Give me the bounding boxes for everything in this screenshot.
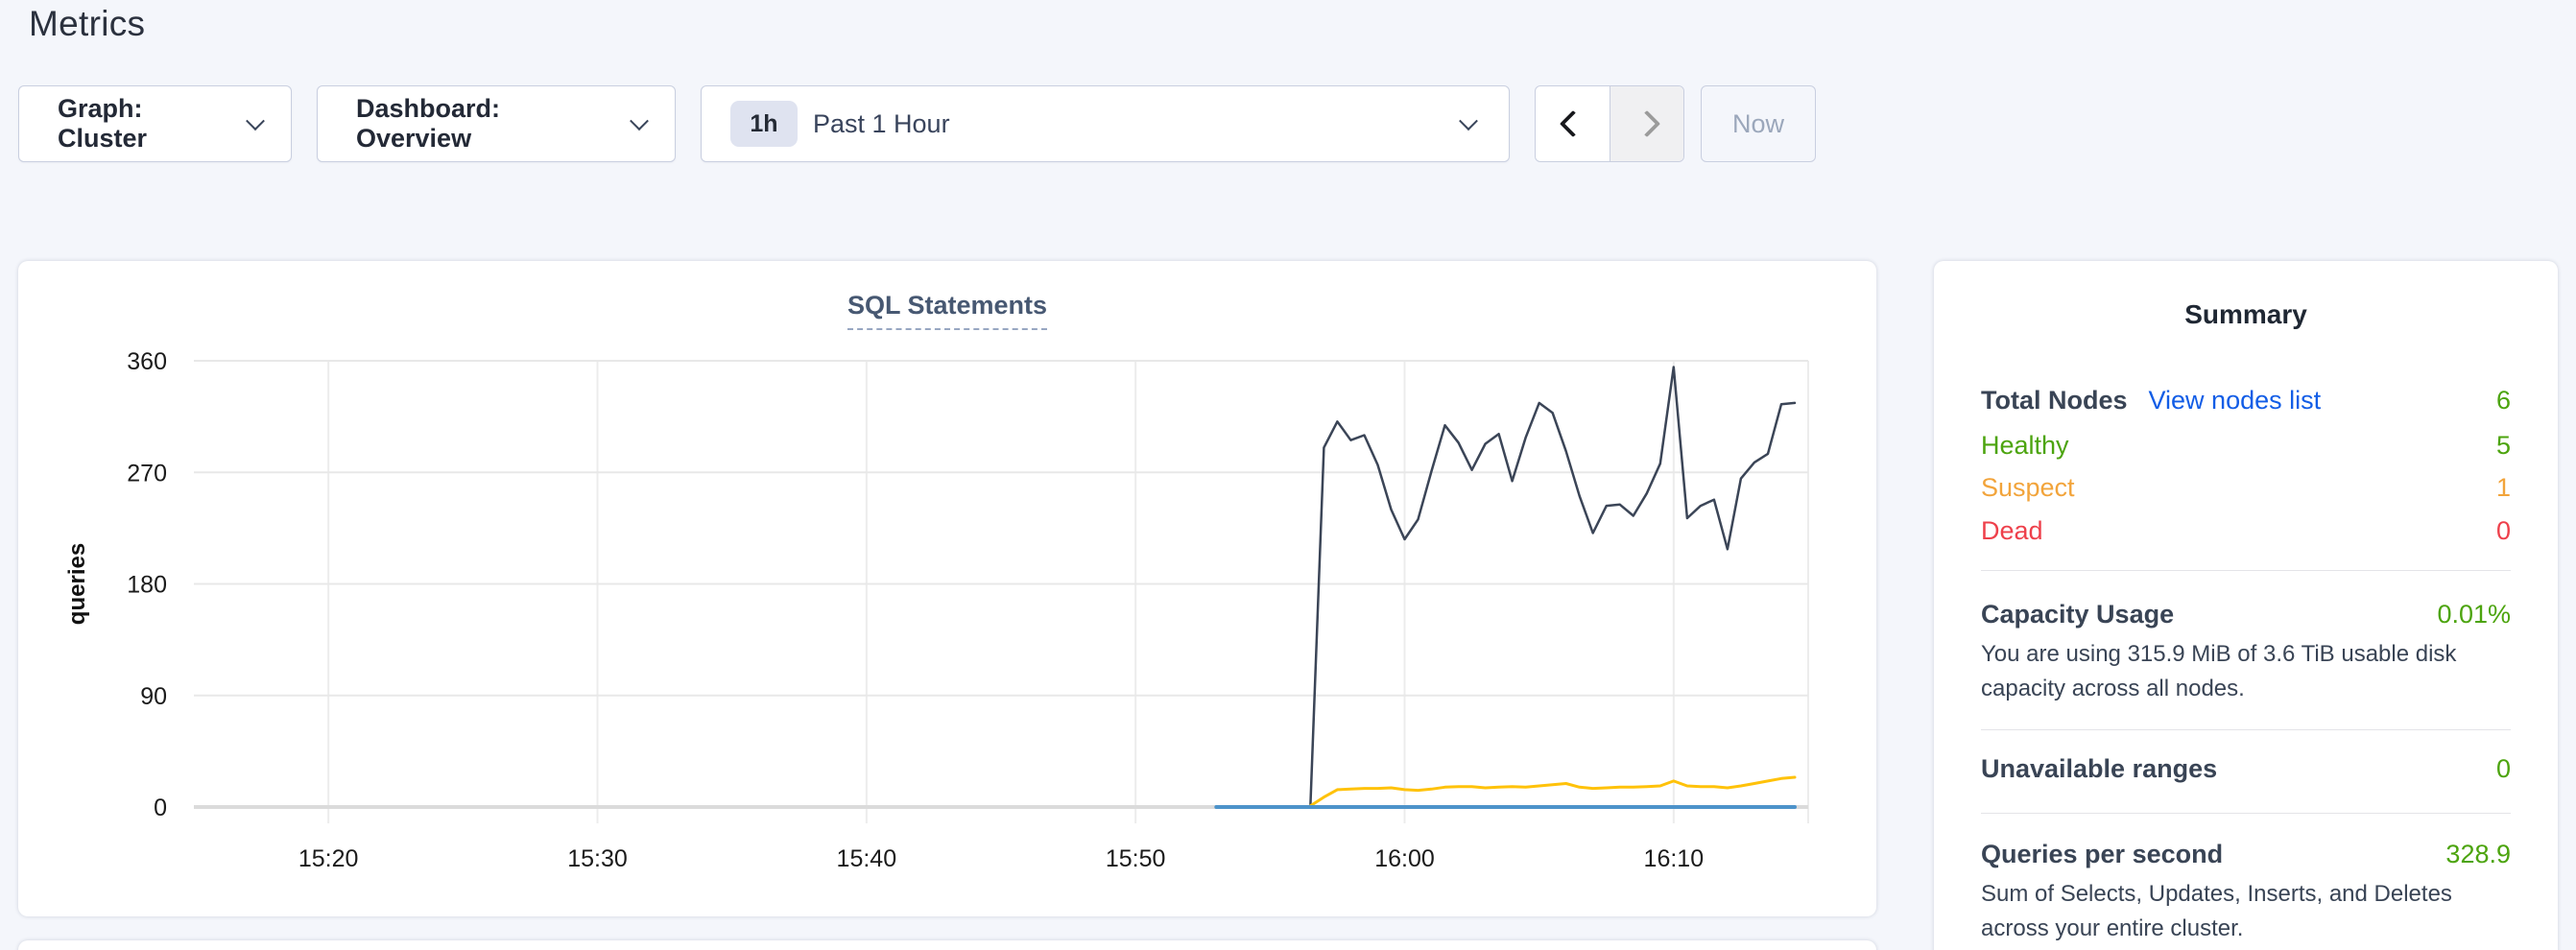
chevron-down-icon	[246, 111, 265, 131]
dead-label: Dead	[1981, 516, 2043, 546]
graph-dropdown[interactable]: Graph: Cluster	[18, 85, 292, 162]
y-tick-label: 360	[127, 348, 167, 375]
view-nodes-link[interactable]: View nodes list	[2149, 386, 2322, 416]
divider	[1981, 570, 2511, 571]
capacity-usage-label: Capacity Usage	[1981, 600, 2174, 629]
y-tick-label: 0	[154, 795, 167, 821]
x-tick-label: 15:30	[567, 845, 628, 872]
divider	[1981, 729, 2511, 730]
capacity-usage-description: You are using 315.9 MiB of 3.6 TiB usabl…	[1981, 637, 2511, 706]
queries-per-second-row: Queries per second 328.9	[1981, 840, 2511, 869]
dashboard-dropdown-label: Dashboard: Overview	[356, 94, 609, 154]
unavailable-ranges-label: Unavailable ranges	[1981, 754, 2217, 784]
x-tick-label: 15:50	[1106, 845, 1166, 872]
healthy-label: Healthy	[1981, 431, 2069, 461]
page-title: Metrics	[29, 4, 145, 44]
total-nodes-value: 6	[2496, 386, 2511, 416]
dead-value: 0	[2496, 516, 2511, 546]
sql-statements-chart-panel: SQL Statements 09018027036015:2015:3015:…	[18, 261, 1876, 916]
next-time-button[interactable]	[1610, 86, 1683, 161]
time-range-picker[interactable]: 1h Past 1 Hour	[701, 85, 1510, 162]
next-chart-panel	[18, 940, 1876, 950]
time-range-badge: 1h	[730, 101, 798, 147]
x-tick-label: 16:00	[1374, 845, 1435, 872]
total-nodes-row: Total Nodes View nodes list 6	[1981, 386, 2511, 416]
y-tick-label: 90	[140, 683, 167, 710]
time-step-buttons	[1535, 85, 1684, 162]
y-axis-label: queries	[64, 543, 90, 625]
chevron-left-icon	[1559, 110, 1586, 137]
capacity-usage-row: Capacity Usage 0.01%	[1981, 600, 2511, 629]
x-tick-label: 15:40	[837, 845, 897, 872]
divider	[1981, 813, 2511, 814]
queries-per-second-value: 328.9	[2445, 840, 2511, 869]
queries-per-second-description: Sum of Selects, Updates, Inserts, and De…	[1981, 877, 2511, 946]
chevron-down-icon	[630, 111, 649, 131]
x-tick-label: 15:20	[298, 845, 359, 872]
suspect-value: 1	[2496, 473, 2511, 503]
sql-statements-chart-plot[interactable]: 0 90 180 270 360 15:20 15:30 15:40 15:50 16:00 16:…	[18, 261, 1876, 916]
capacity-usage-value: 0.01%	[2437, 600, 2511, 629]
y-tick-label: 270	[127, 460, 167, 487]
navy-series-line	[1310, 368, 1795, 805]
healthy-nodes-row: Healthy 5	[1981, 431, 2511, 461]
summary-panel: Summary Total Nodes View nodes list 6 He…	[1934, 261, 2558, 950]
total-nodes-label: Total Nodes	[1981, 386, 2128, 416]
summary-title: Summary	[1981, 299, 2511, 330]
time-range-label: Past 1 Hour	[813, 109, 1439, 139]
healthy-value: 5	[2496, 431, 2511, 461]
y-tick-label: 180	[127, 572, 167, 599]
chevron-right-icon	[1634, 110, 1660, 137]
graph-dropdown-label: Graph: Cluster	[58, 94, 226, 154]
prev-time-button[interactable]	[1536, 86, 1610, 161]
dashboard-dropdown[interactable]: Dashboard: Overview	[317, 85, 676, 162]
dead-nodes-row: Dead 0	[1981, 516, 2511, 546]
unavailable-ranges-value: 0	[2496, 754, 2511, 784]
now-button[interactable]: Now	[1701, 85, 1816, 162]
x-tick-label: 16:10	[1644, 845, 1705, 872]
queries-per-second-label: Queries per second	[1981, 840, 2223, 869]
suspect-nodes-row: Suspect 1	[1981, 473, 2511, 503]
unavailable-ranges-row: Unavailable ranges 0	[1981, 754, 2511, 784]
chevron-down-icon	[1459, 111, 1478, 131]
yellow-series-line	[1310, 777, 1795, 806]
suspect-label: Suspect	[1981, 473, 2075, 503]
